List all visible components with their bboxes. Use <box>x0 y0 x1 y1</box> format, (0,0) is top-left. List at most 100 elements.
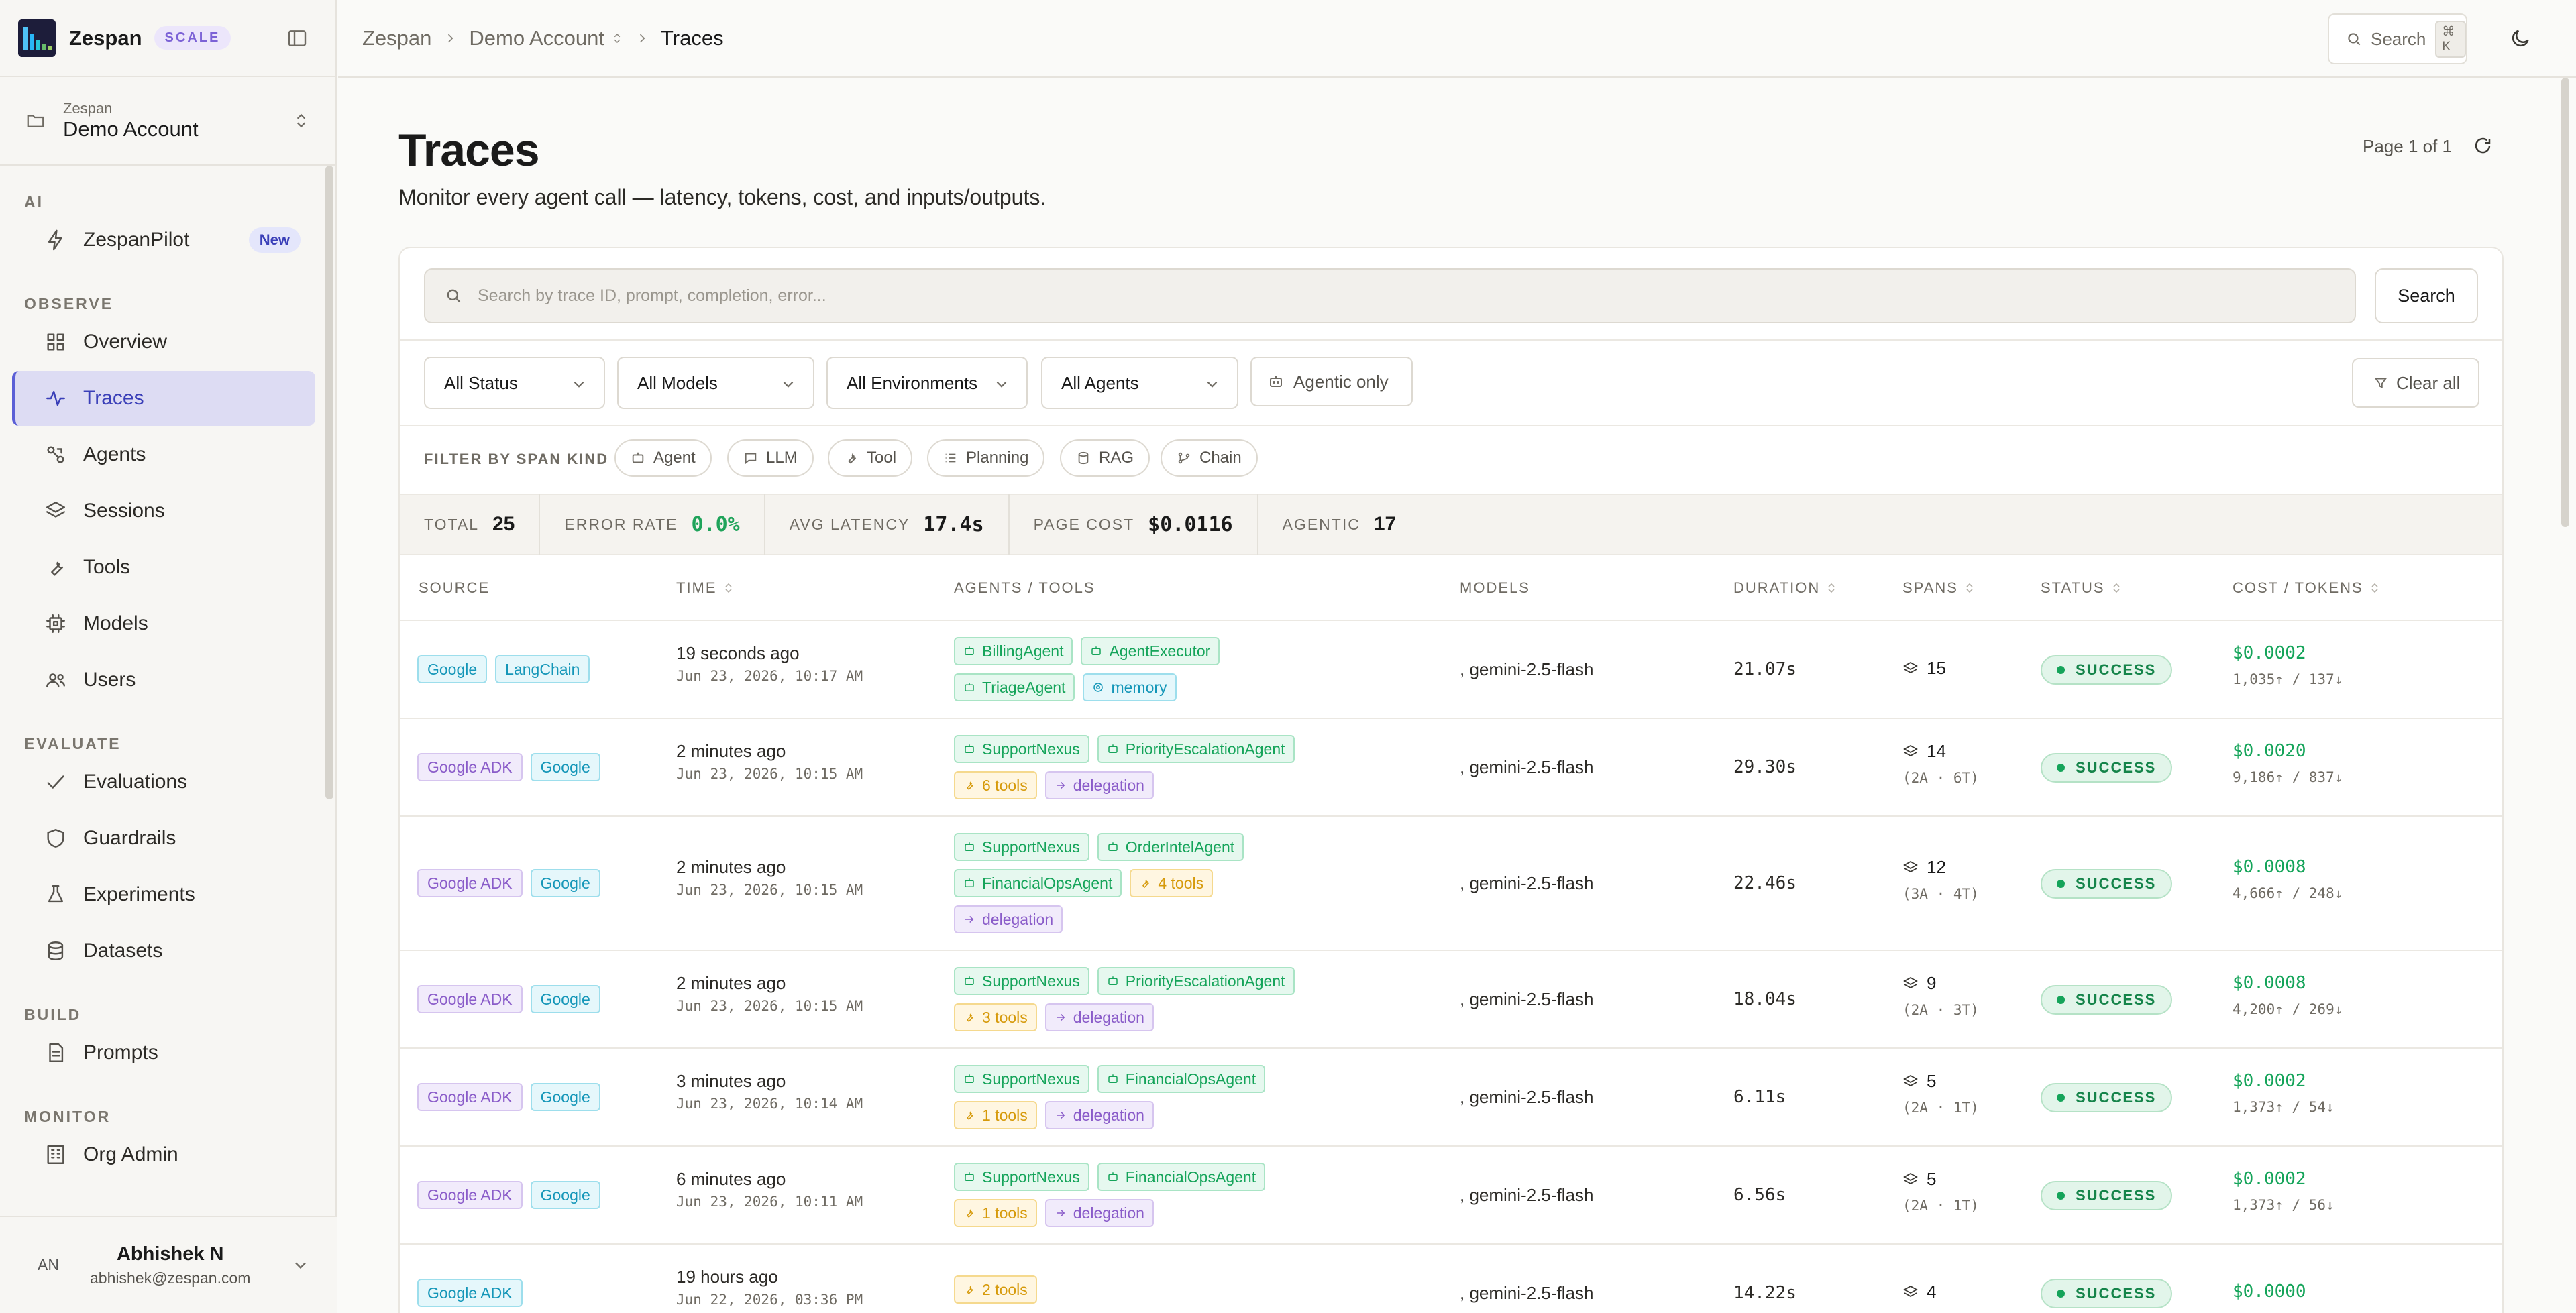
col-cost-tokens[interactable]: COST / TOKENS <box>2233 579 2379 597</box>
tools-icon <box>1139 877 1158 889</box>
table-row[interactable]: Google ADK Google 2 minutes ago Jun 23, 2… <box>400 718 2502 815</box>
environments-filter-select[interactable]: All Environments <box>826 357 1028 409</box>
span-kind-chip-agent[interactable]: Agent <box>614 439 712 477</box>
source-tag[interactable]: Google <box>530 985 600 1013</box>
memory-tag[interactable]: memory <box>1083 673 1177 701</box>
col-spans[interactable]: SPANS <box>1902 579 1974 597</box>
zespan-logo-icon[interactable] <box>18 19 56 57</box>
source-tag[interactable]: Google ADK <box>417 1181 523 1209</box>
source-tag[interactable]: Google ADK <box>417 985 523 1013</box>
traces-card: Search All Status All Models All Environ… <box>398 247 2504 1313</box>
time-cell: 2 minutes ago Jun 23, 2026, 10:15 AM <box>676 973 863 1014</box>
breadcrumb-root[interactable]: Zespan <box>362 26 431 50</box>
sidebar-scrollbar[interactable] <box>325 166 333 799</box>
sidebar-item-org-admin[interactable]: Org Admin <box>12 1127 315 1182</box>
delegation-tag[interactable]: delegation <box>1044 1199 1154 1227</box>
agent-tag[interactable]: SupportNexus <box>954 833 1089 861</box>
agent-tag[interactable]: FinancialOpsAgent <box>1097 1163 1266 1191</box>
sidebar-item-datasets[interactable]: Datasets <box>12 923 315 978</box>
source-tag[interactable]: Google <box>530 753 600 781</box>
agents-filter-select[interactable]: All Agents <box>1041 357 1238 409</box>
span-kind-chip-planning[interactable]: Planning <box>927 439 1045 477</box>
sidebar-collapse-icon[interactable] <box>286 27 308 49</box>
tools-tag[interactable]: 3 tools <box>954 1003 1037 1031</box>
agent-tag[interactable]: OrderIntelAgent <box>1097 833 1244 861</box>
table-row[interactable]: Google ADK 19 hours ago Jun 22, 2026, 03… <box>400 1243 2502 1313</box>
trace-search-input[interactable] <box>478 286 2289 306</box>
delegation-tag[interactable]: delegation <box>1044 771 1154 799</box>
tools-tag[interactable]: 4 tools <box>1130 869 1214 897</box>
sidebar-item-evaluations[interactable]: Evaluations <box>12 754 315 809</box>
agent-tag[interactable]: PriorityEscalationAgent <box>1097 967 1295 995</box>
theme-toggle-moon-icon[interactable] <box>2509 27 2532 50</box>
sidebar-item-sessions[interactable]: Sessions <box>12 483 315 538</box>
source-tag[interactable]: Google <box>417 655 488 683</box>
sidebar-item-tools[interactable]: Tools <box>12 540 315 595</box>
agent-tag[interactable]: BillingAgent <box>954 637 1073 665</box>
breadcrumb-account[interactable]: Demo Account <box>469 26 604 50</box>
col-status[interactable]: STATUS <box>2041 579 2121 597</box>
sidebar-item-guardrails[interactable]: Guardrails <box>12 811 315 866</box>
source-tag[interactable]: LangChain <box>495 655 590 683</box>
tools-tag[interactable]: 1 tools <box>954 1199 1037 1227</box>
tools-tag[interactable]: 2 tools <box>954 1275 1037 1304</box>
timestamp: Jun 22, 2026, 03:36 PM <box>676 1292 863 1308</box>
agent-tag[interactable]: FinancialOpsAgent <box>954 869 1122 897</box>
user-menu[interactable]: AN Abhishek N abhishek@zespan.com <box>0 1216 337 1313</box>
source-tag[interactable]: Google ADK <box>417 753 523 781</box>
agent-tag[interactable]: TriageAgent <box>954 673 1075 701</box>
agent-tag[interactable]: SupportNexus <box>954 735 1089 763</box>
table-row[interactable]: Google ADK Google 2 minutes ago Jun 23, 2… <box>400 815 2502 950</box>
chevron-updown-icon[interactable] <box>611 30 623 46</box>
table-row[interactable]: Google LangChain 19 seconds ago Jun 23, 2… <box>400 620 2502 718</box>
source-tag[interactable]: Google ADK <box>417 1083 523 1111</box>
col-time[interactable]: TIME <box>676 579 733 597</box>
global-search-button[interactable]: Search ⌘ K <box>2328 13 2467 64</box>
table-row[interactable]: Google ADK Google 2 minutes ago Jun 23, 2… <box>400 950 2502 1047</box>
source-tag[interactable]: Google <box>530 1181 600 1209</box>
sidebar-item-zespanpilot[interactable]: ZespanPilot New <box>12 213 315 268</box>
col-duration[interactable]: DURATION <box>1733 579 1836 597</box>
duration-value: 6.56s <box>1733 1185 1786 1205</box>
agent-tag[interactable]: SupportNexus <box>954 1163 1089 1191</box>
agent-tag[interactable]: FinancialOpsAgent <box>1097 1065 1266 1093</box>
agent-tag[interactable]: SupportNexus <box>954 967 1089 995</box>
sidebar-item-traces[interactable]: Traces <box>12 371 315 426</box>
tools-tag[interactable]: 6 tools <box>954 771 1037 799</box>
sidebar-item-models[interactable]: Models <box>12 596 315 651</box>
source-tag[interactable]: Google ADK <box>417 1279 523 1307</box>
delegation-tag[interactable]: delegation <box>1044 1101 1154 1129</box>
source-tag[interactable]: Google ADK <box>417 869 523 897</box>
sidebar-item-agents[interactable]: Agents <box>12 427 315 482</box>
source-tag[interactable]: Google <box>530 1083 600 1111</box>
status-filter-select[interactable]: All Status <box>424 357 605 409</box>
agent-tag[interactable]: SupportNexus <box>954 1065 1089 1093</box>
clear-all-button[interactable]: Clear all <box>2352 358 2479 408</box>
duration-value: 6.11s <box>1733 1087 1786 1107</box>
agent-tag[interactable]: PriorityEscalationAgent <box>1097 735 1295 763</box>
sidebar-item-label: Datasets <box>83 939 163 962</box>
source-tag[interactable]: Google <box>530 869 600 897</box>
trace-search-field[interactable] <box>424 268 2356 323</box>
agent-tag[interactable]: AgentExecutor <box>1081 637 1220 665</box>
sidebar-item-experiments[interactable]: Experiments <box>12 867 315 922</box>
search-button[interactable]: Search <box>2375 268 2478 323</box>
refresh-icon[interactable] <box>2473 135 2493 156</box>
sidebar-item-overview[interactable]: Overview <box>12 315 315 369</box>
tools-tag[interactable]: 1 tools <box>954 1101 1037 1129</box>
sidebar-item-users[interactable]: Users <box>12 652 315 707</box>
tag-label: delegation <box>1073 1204 1144 1222</box>
span-kind-chip-rag[interactable]: RAG <box>1060 439 1150 477</box>
table-row[interactable]: Google ADK Google 6 minutes ago Jun 23, 2… <box>400 1145 2502 1243</box>
span-kind-chip-llm[interactable]: LLM <box>727 439 814 477</box>
span-kind-chip-tool[interactable]: Tool <box>828 439 913 477</box>
sidebar-item-prompts[interactable]: Prompts <box>12 1025 315 1080</box>
page-scrollbar[interactable] <box>2561 78 2569 527</box>
delegation-tag[interactable]: delegation <box>954 905 1063 933</box>
agentic-only-toggle[interactable]: Agentic only <box>1250 357 1413 406</box>
delegation-tag[interactable]: delegation <box>1044 1003 1154 1031</box>
table-row[interactable]: Google ADK Google 3 minutes ago Jun 23, 2… <box>400 1047 2502 1145</box>
models-filter-select[interactable]: All Models <box>617 357 814 409</box>
span-kind-chip-chain[interactable]: Chain <box>1161 439 1258 477</box>
account-switcher[interactable]: Zespan Demo Account <box>0 77 335 166</box>
